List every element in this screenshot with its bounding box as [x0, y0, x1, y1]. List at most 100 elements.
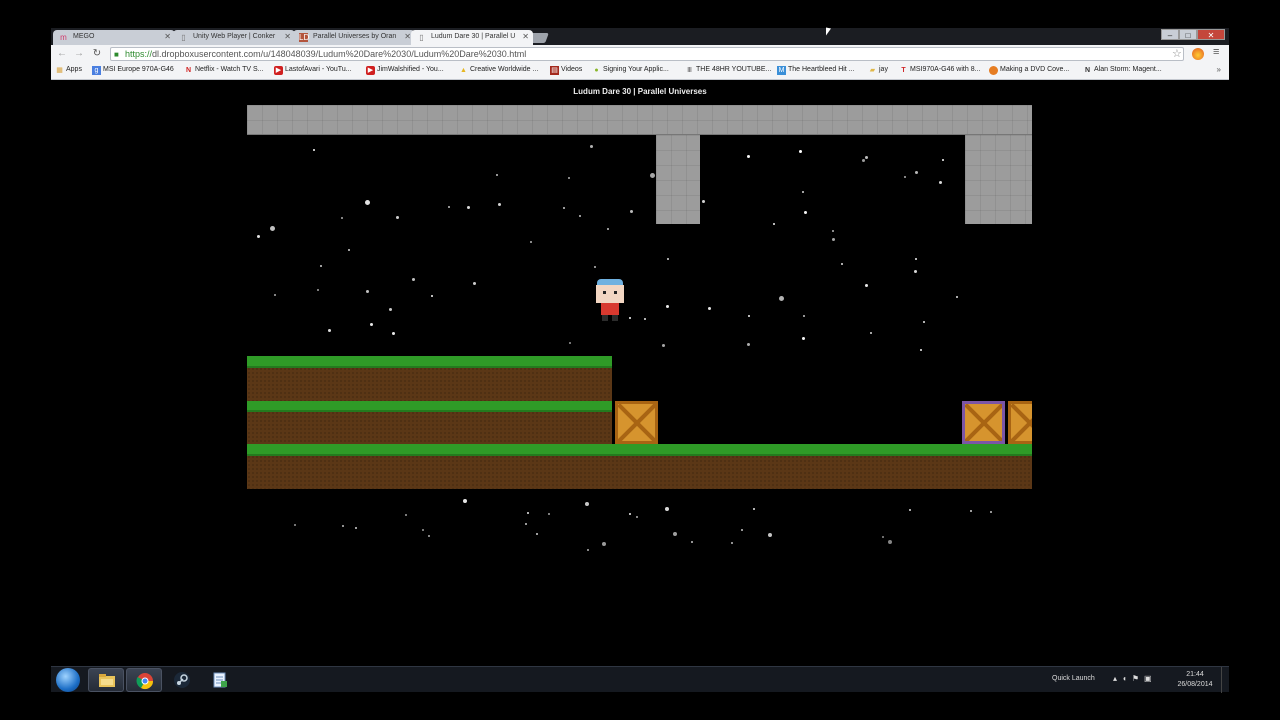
- taskbar-explorer[interactable]: [88, 668, 124, 692]
- extension-icon[interactable]: [1192, 48, 1204, 60]
- taskbar-notepad[interactable]: [202, 668, 238, 692]
- bookmark-label: Videos: [561, 66, 583, 73]
- player-head: [596, 285, 624, 303]
- bookmark-msi970a[interactable]: T MSI970A-G46 with 8...: [899, 66, 981, 74]
- tab-ludum-dare-30[interactable]: ▯ Ludum Dare 30 | Parallel U ✕: [411, 30, 533, 45]
- url-scheme: https://: [125, 49, 153, 59]
- forward-arrow-icon[interactable]: →: [72, 47, 86, 61]
- bookmark-jimwalshified[interactable]: ▶ JimWalshified - You...: [366, 66, 444, 75]
- bookmark-alan-storm[interactable]: N Alan Storm: Magent...: [1083, 66, 1162, 74]
- clock-time: 21:44: [1186, 671, 1204, 678]
- tab-mego[interactable]: m MEGO ✕: [53, 30, 175, 45]
- bookmark-heartbleed[interactable]: M The Heartbleed Hit ...: [777, 66, 855, 75]
- star: [348, 249, 350, 251]
- star: [467, 206, 470, 209]
- bookmark-msi-europe[interactable]: g MSI Europe 970A-G46: [92, 66, 174, 75]
- address-bar[interactable]: ■ https://dl.dropboxusercontent.com/u/14…: [110, 47, 1184, 61]
- close-button[interactable]: ✕: [1197, 29, 1225, 40]
- bookmark-jay[interactable]: ▰ jay: [868, 66, 888, 74]
- stone-ceiling: [247, 105, 1032, 135]
- tab-title: Parallel Universes by Oran: [313, 33, 397, 40]
- star: [773, 223, 775, 225]
- google-icon: g: [92, 66, 101, 75]
- notepad-icon: [213, 672, 227, 688]
- star: [799, 150, 802, 153]
- star: [320, 265, 322, 267]
- page-icon: ▯: [181, 33, 186, 42]
- minimize-button[interactable]: –: [1161, 29, 1179, 40]
- network-icon[interactable]: ▣: [1144, 674, 1157, 683]
- lock-icon: ■: [114, 50, 119, 59]
- star: [498, 203, 501, 206]
- bookmark-label: Apps: [66, 66, 82, 73]
- bookmark-star-icon[interactable]: ☆: [1172, 47, 1182, 60]
- bookmark-label: MSI970A-G46 with 8...: [910, 66, 981, 73]
- star: [412, 278, 415, 281]
- tab-title: Ludum Dare 30 | Parallel U: [431, 33, 516, 40]
- taskbar-chrome[interactable]: [126, 668, 162, 692]
- browser-window: m MEGO ✕ ▯ Unity Web Player | Conker ✕ L…: [51, 28, 1229, 80]
- tab-unity-web-player[interactable]: ▯ Unity Web Player | Conker ✕: [173, 30, 295, 45]
- orange-circle-icon: [989, 66, 998, 75]
- system-clock[interactable]: 21:44 26/08/2014: [1172, 670, 1218, 690]
- bookmark-videos[interactable]: ▤ Videos: [550, 66, 583, 75]
- tab-close-icon[interactable]: ✕: [164, 32, 171, 41]
- maximize-button[interactable]: □: [1179, 29, 1197, 40]
- star: [803, 315, 805, 317]
- bookmark-creative-worldwide[interactable]: ▲ Creative Worldwide ...: [459, 66, 539, 74]
- star: [585, 502, 589, 506]
- start-button[interactable]: [56, 668, 80, 692]
- bookmark-lastofavari[interactable]: ▶ LastofAvari - YouTu...: [274, 66, 352, 75]
- star: [342, 525, 344, 527]
- star: [428, 535, 430, 537]
- show-desktop-button[interactable]: [1221, 667, 1229, 693]
- star: [366, 290, 369, 293]
- star: [587, 549, 589, 551]
- wooden-crate: [1008, 401, 1032, 444]
- star: [355, 527, 357, 529]
- tray-expand-icon[interactable]: ▴: [1113, 674, 1122, 683]
- bookmark-label: Creative Worldwide ...: [470, 66, 539, 73]
- bookmarks-overflow-icon[interactable]: »: [1217, 65, 1221, 74]
- youtube-icon: ▶: [274, 66, 283, 75]
- action-center-flag-icon[interactable]: ⚑: [1132, 674, 1144, 683]
- stone-pillar: [965, 135, 1032, 224]
- youtube-icon: ▶: [366, 66, 375, 75]
- star: [650, 173, 655, 178]
- bars-icon: Ⅲ: [687, 67, 692, 74]
- quick-launch-toolbar[interactable]: Quick Launch: [1052, 675, 1095, 682]
- taskbar-steam[interactable]: [164, 668, 200, 692]
- star: [691, 541, 693, 543]
- back-arrow-icon[interactable]: ←: [55, 47, 69, 61]
- star: [317, 289, 319, 291]
- star: [708, 307, 711, 310]
- android-icon: ●: [594, 67, 599, 74]
- star: [923, 321, 925, 323]
- volume-icon[interactable]: ◖: [1122, 674, 1132, 683]
- bookmark-signing-your-application[interactable]: ● Signing Your Applic...: [592, 66, 668, 74]
- bookmark-dvd-cover[interactable]: Making a DVD Cove...: [989, 66, 1069, 75]
- star: [748, 315, 750, 317]
- tab-close-icon[interactable]: ✕: [284, 32, 291, 41]
- reload-icon[interactable]: ↻: [90, 47, 104, 61]
- star: [431, 295, 433, 297]
- star: [747, 155, 750, 158]
- game-canvas[interactable]: [247, 105, 1032, 489]
- star: [536, 533, 538, 535]
- tab-close-icon[interactable]: ✕: [404, 32, 411, 41]
- star: [389, 308, 392, 311]
- bookmark-48hr-youtube[interactable]: Ⅲ THE 48HR YOUTUBE...: [685, 66, 771, 74]
- star: [841, 263, 843, 265]
- tab-close-icon[interactable]: ✕: [522, 32, 529, 41]
- mega-icon: m: [60, 33, 67, 42]
- bookmark-apps[interactable]: ▦ Apps: [55, 66, 82, 74]
- star: [888, 540, 892, 544]
- star: [563, 207, 565, 209]
- bookmark-netflix[interactable]: N Netflix - Watch TV S...: [184, 66, 264, 74]
- taskbar: Quick Launch ▴◖⚑▣ 21:44 26/08/2014: [51, 666, 1229, 693]
- dirt-block: [247, 411, 612, 445]
- tab-parallel-universes[interactable]: LD Parallel Universes by Oran ✕: [293, 30, 415, 45]
- menu-icon[interactable]: ≡: [1213, 46, 1219, 58]
- star: [496, 174, 498, 176]
- window-controls: – □ ✕: [1161, 29, 1225, 40]
